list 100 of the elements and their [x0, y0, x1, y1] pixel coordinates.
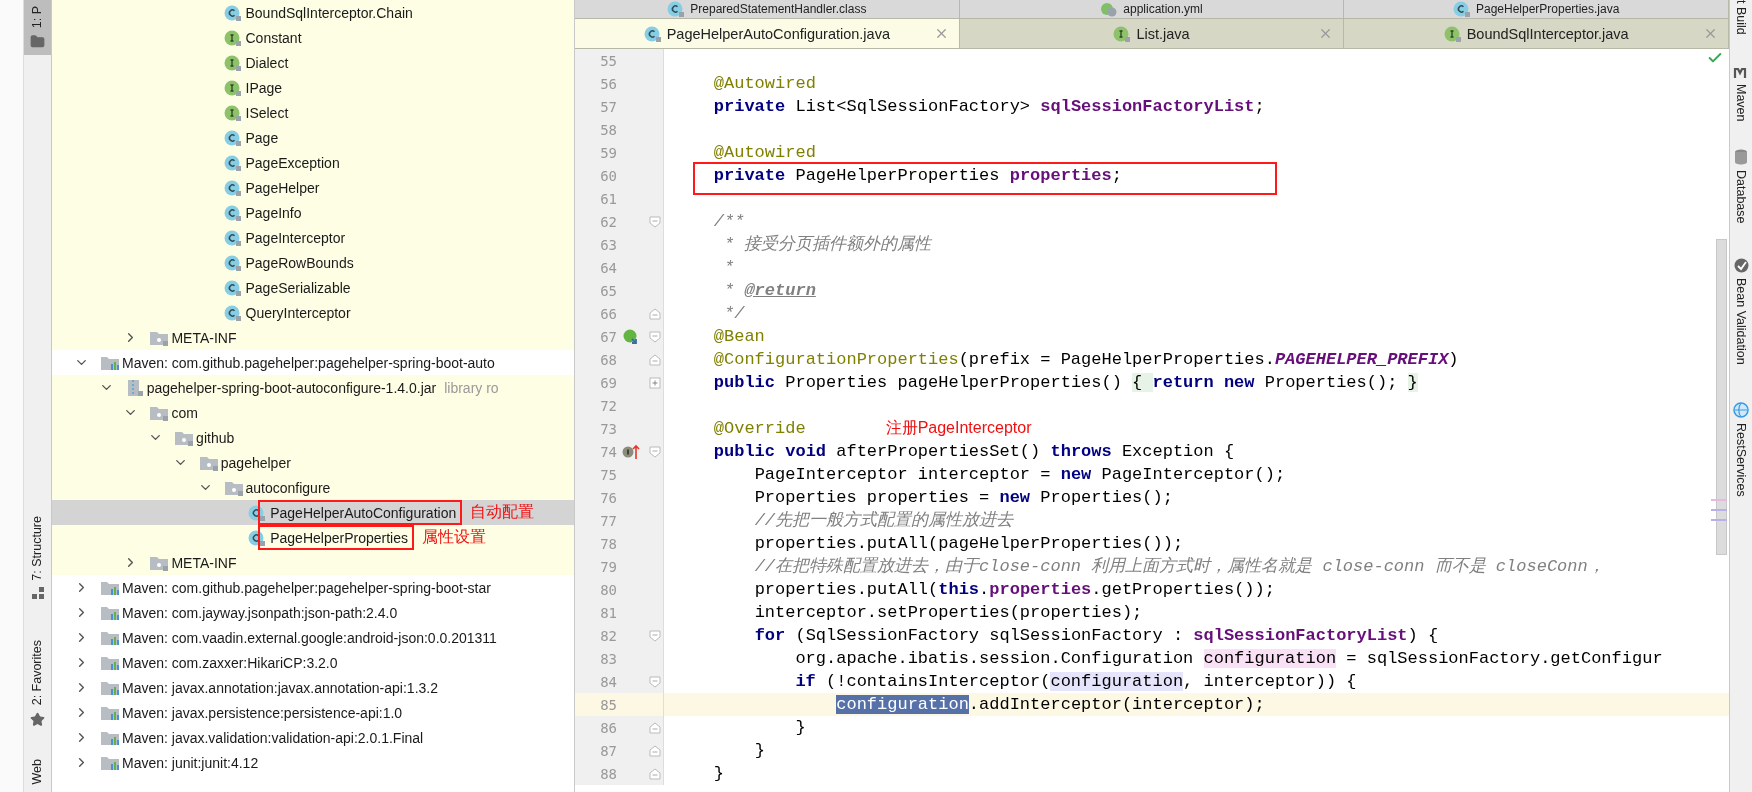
- line-number: 83: [599, 650, 617, 667]
- tree-item-label: Maven: javax.validation:validation-api:2.0.1.Final: [122, 729, 424, 746]
- tree-row[interactable]: PageSerializable: [52, 275, 574, 300]
- tree-row[interactable]: IPage: [52, 75, 574, 100]
- code-line: }: [712, 763, 724, 785]
- tree-row[interactable]: QueryInterceptor: [52, 300, 574, 325]
- tree-item-label: Maven: javax.persistence:persistence-api:1.0: [122, 704, 403, 721]
- line-number: 84: [599, 673, 617, 690]
- tree-item-label: QueryInterceptor: [245, 304, 351, 321]
- tree-row[interactable]: PageHelperProperties 属性设置: [52, 525, 574, 550]
- fold-icon: [649, 767, 661, 780]
- class-icon: [223, 178, 242, 197]
- line-number: 57: [599, 98, 617, 115]
- tree-row[interactable]: com: [52, 400, 574, 425]
- tree-item-label: PageInterceptor: [245, 229, 346, 246]
- code-line: properties.putAll(this.properties.getProperties());: [753, 579, 1275, 601]
- editor-tab[interactable]: PreparedStatementHandler.class: [575, 0, 960, 18]
- tree-item-label: PageRowBounds: [245, 254, 354, 271]
- tree-row[interactable]: Dialect: [52, 50, 574, 75]
- line-number: 56: [599, 75, 617, 92]
- tree-row[interactable]: BoundSqlInterceptor.Chain: [52, 0, 574, 25]
- tree-row[interactable]: PageInterceptor: [52, 225, 574, 250]
- code-line: public void afterPropertiesSet() throws Exception {: [712, 441, 1235, 463]
- tool-window-button[interactable]: 7: Structure: [24, 509, 51, 607]
- tree-row[interactable]: Page: [52, 125, 574, 150]
- code-line: @ConfigurationProperties(prefix = PageHelperProperties.PAGEHELPER_PREFIX): [712, 349, 1459, 371]
- tool-window-button[interactable]: Web: [24, 752, 51, 790]
- editor-tab[interactable]: PageHelperProperties.java: [1344, 0, 1729, 18]
- tree-item-label: Maven: javax.annotation:javax.annotation-api:1.3.2: [122, 679, 438, 696]
- tree-item-label: BoundSqlInterceptor.Chain: [245, 4, 413, 21]
- code-line: org.apache.ibatis.session.Configuration configuration = sqlSessionFactory.getConfigur: [794, 648, 1663, 670]
- tree-row[interactable]: META-INF: [52, 325, 574, 350]
- tool-window-button[interactable]: Bean Validation: [1733, 257, 1749, 365]
- scrollbar-thumb[interactable]: [1716, 239, 1727, 555]
- editor-tab[interactable]: application.yml: [959, 0, 1345, 18]
- line-number: 82: [599, 627, 617, 644]
- line-number: 61: [599, 190, 617, 207]
- tool-window-button[interactable]: t Build: [1734, 0, 1748, 35]
- tree-item-label: PageHelperProperties: [270, 529, 408, 546]
- tree-item-label: Dialect: [245, 54, 289, 71]
- tree-row[interactable]: pagehelper-spring-boot-autoconfigure-1.4.0.jar library ro: [52, 375, 574, 400]
- code-line: }: [753, 740, 765, 762]
- tool-window-button[interactable]: 2: Favorites: [24, 634, 51, 733]
- tree-row[interactable]: github: [52, 425, 574, 450]
- tree-item-label: Constant: [245, 29, 302, 46]
- class-icon: [223, 253, 242, 272]
- tree-row[interactable]: autoconfigure: [52, 475, 574, 500]
- code-line: @Override: [712, 418, 806, 440]
- tree-item-label: pagehelper-spring-boot-autoconfigure-1.4.0.jar: [146, 379, 437, 396]
- tree-row[interactable]: PageInfo: [52, 200, 574, 225]
- class-icon: [1452, 0, 1471, 18]
- line-number: 77: [599, 512, 617, 529]
- line-number: 65: [599, 282, 617, 299]
- class-icon: [223, 128, 242, 147]
- fold-icon: [649, 307, 661, 320]
- tree-row[interactable]: PageRowBounds: [52, 250, 574, 275]
- tool-window-button[interactable]: RestServices: [1733, 402, 1749, 498]
- line-number: 58: [599, 121, 617, 138]
- tree-item-label: PageInfo: [245, 204, 302, 221]
- code-line: //先把一般方式配置的属性放进去: [753, 509, 1014, 532]
- tree-item-label: Maven: com.jayway.jsonpath:json-path:2.4.0: [122, 604, 398, 621]
- class-icon: [223, 303, 242, 322]
- fold-icon: [649, 744, 661, 757]
- tool-window-button[interactable]: 1: P: [24, 0, 51, 56]
- tree-item-label: PageHelper: [245, 179, 320, 196]
- tree-row[interactable]: PageHelperAutoConfiguration 自动配置: [52, 500, 574, 525]
- fold-icon: [649, 215, 661, 228]
- line-number: 62: [599, 213, 617, 230]
- tree-row[interactable]: Constant: [52, 25, 574, 50]
- fold-icon: [649, 353, 661, 366]
- class-icon: [667, 0, 686, 18]
- code-line: */: [723, 303, 745, 325]
- tool-window-button[interactable]: Maven: [1733, 64, 1749, 122]
- tree-row[interactable]: META-INF: [52, 550, 574, 575]
- tree-item-label: Maven: com.zaxxer:HikariCP:3.2.0: [122, 654, 338, 671]
- code-line: /**: [712, 211, 745, 233]
- tool-window-button[interactable]: Database: [1734, 149, 1748, 224]
- tree-row[interactable]: ISelect: [52, 100, 574, 125]
- tree-item-label: PageException: [245, 154, 340, 171]
- tree-item-label: Maven: com.github.pagehelper:pagehelper-spring-boot-star: [122, 579, 491, 596]
- folder-icon: [30, 34, 45, 50]
- tree-row[interactable]: PageHelper: [52, 175, 574, 200]
- line-number: 72: [599, 397, 617, 414]
- code-line: for (SqlSessionFactory sqlSessionFactory : sqlSessionFactoryList) {: [753, 625, 1439, 647]
- tree-row[interactable]: PageException: [52, 150, 574, 175]
- config-file-icon: [1100, 0, 1119, 18]
- line-number: 60: [599, 167, 617, 184]
- override-gutter-icon: [622, 443, 642, 460]
- tree-item-label: ISelect: [245, 104, 289, 121]
- line-number: 55: [599, 52, 617, 69]
- code-line: @Autowired: [712, 73, 816, 95]
- interface-icon: [1113, 24, 1132, 43]
- editor-tab[interactable]: PageHelperAutoConfiguration.java: [575, 19, 960, 48]
- line-number: 66: [599, 305, 617, 322]
- bean-icon: [1733, 257, 1749, 273]
- fold-icon: [649, 445, 661, 458]
- tree-row[interactable]: pagehelper: [52, 450, 574, 475]
- code-line: private List<SqlSessionFactory> sqlSessionFactoryList;: [712, 96, 1265, 118]
- code-line: private PageHelperProperties properties;: [712, 165, 1122, 187]
- class-icon: [643, 24, 662, 43]
